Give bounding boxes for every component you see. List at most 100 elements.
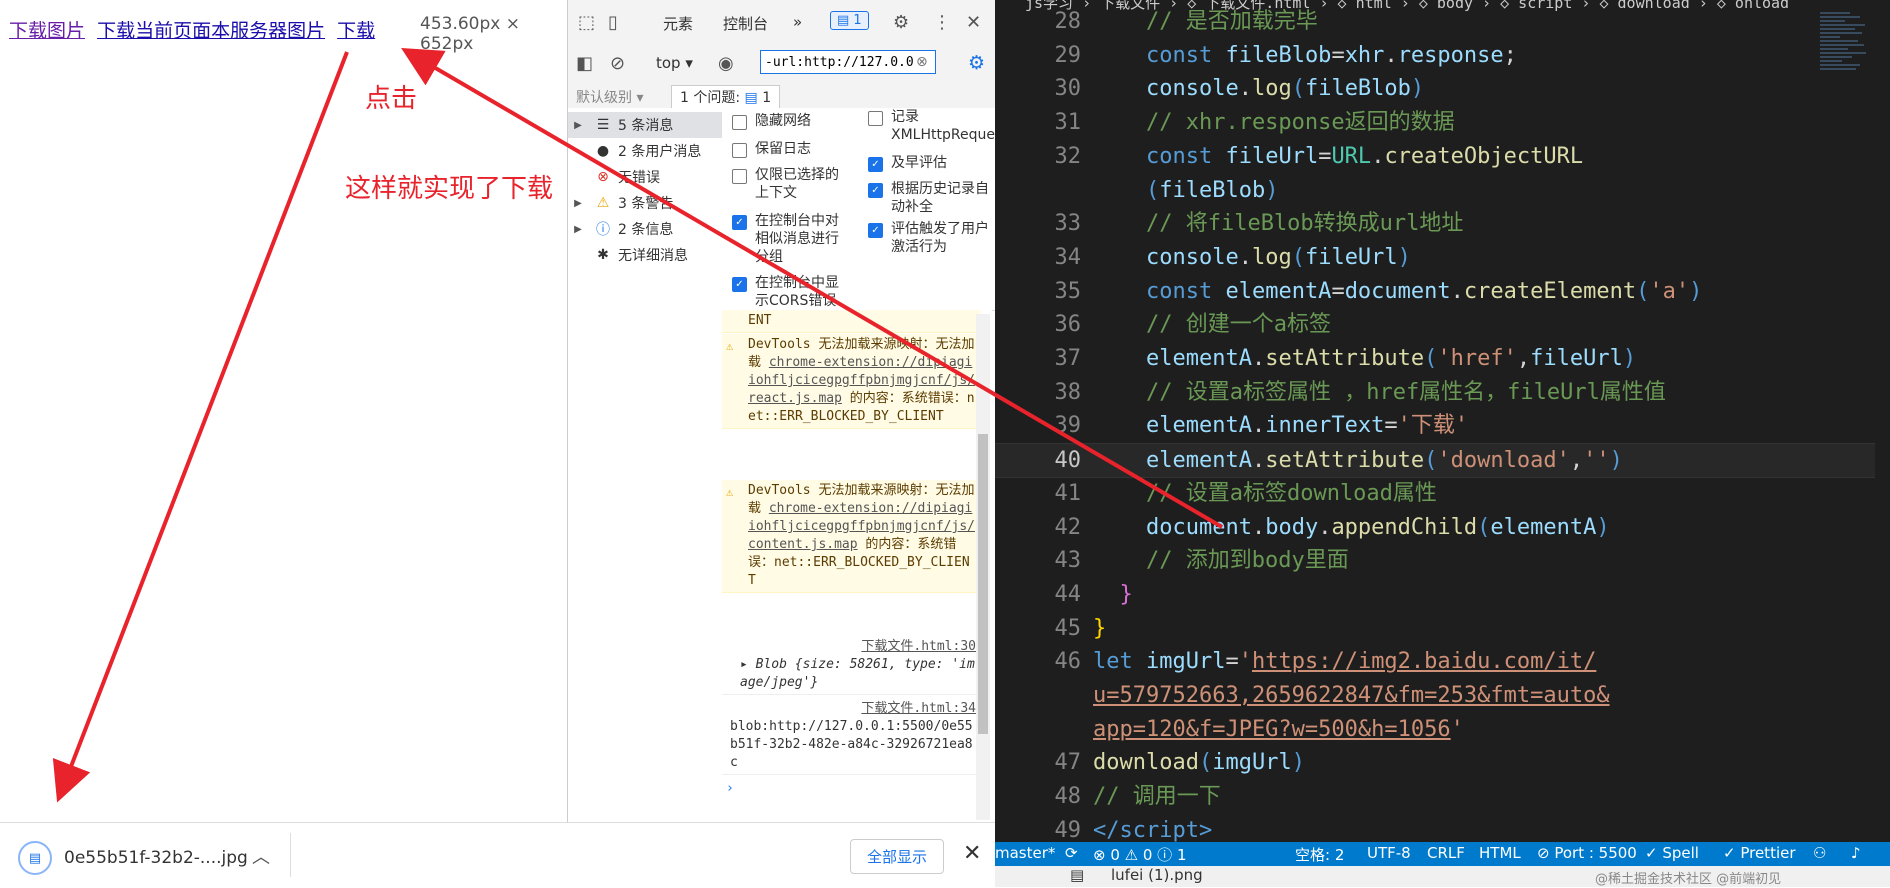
- code-line[interactable]: 33 // 将fileBlob转换成url地址: [995, 207, 1875, 240]
- settings-gear-icon[interactable]: ⚙: [893, 12, 909, 33]
- code-line[interactable]: 28 // 是否加载完毕: [995, 5, 1875, 38]
- issues-badge[interactable]: ▤ 1: [830, 11, 869, 30]
- sidebar-item-verbose[interactable]: ✱ 无详细消息: [568, 242, 722, 268]
- clear-filter-icon[interactable]: ⊗: [916, 54, 928, 70]
- show-all-button[interactable]: 全部显示: [850, 839, 945, 874]
- code-line[interactable]: u=579752663,2659622847&fm=253&fmt=auto&: [995, 679, 1875, 712]
- device-toolbar-icon[interactable]: ▯: [608, 12, 618, 33]
- clear-console-icon[interactable]: ⊘: [610, 53, 625, 74]
- code-text: elementA.setAttribute('download',''): [1145, 448, 1623, 474]
- language-mode[interactable]: HTML: [1479, 844, 1521, 862]
- code-editor[interactable]: js学习 › 下载文件 › ◇ 下载文件.html › ◇ html › ◇ b…: [995, 0, 1890, 843]
- devtools-panel: ⬚ ▯ 元素 控制台 » ▤ 1 ⚙ ⋮ ✕ ◧ ⊘ top ▾ ◉ ⊗ ⚙ 默…: [567, 0, 996, 822]
- code-line[interactable]: 29 const fileBlob=xhr.response;: [995, 39, 1875, 72]
- user-activation-checkbox[interactable]: ✓ 评估触发了用户激活行为: [868, 220, 996, 256]
- sidebar-item-warnings[interactable]: ▶ ⚠ 3 条警告: [568, 190, 722, 216]
- console-prompt[interactable]: ›: [722, 778, 980, 800]
- code-line[interactable]: (fileBlob): [995, 174, 1875, 207]
- code-line[interactable]: 45}: [995, 612, 1875, 645]
- selected-context-checkbox[interactable]: 仅限已选择的上下文: [732, 166, 852, 202]
- source-link[interactable]: 下载文件.html:30: [726, 638, 976, 656]
- download-item[interactable]: ▤ 0e55b51f-32b2-....jpg: [18, 841, 248, 875]
- code-line[interactable]: 44 }: [995, 578, 1875, 611]
- close-icon[interactable]: ✕: [963, 841, 981, 866]
- sidebar-item-messages[interactable]: ▶ ☰ 5 条消息: [568, 112, 722, 138]
- account-icon[interactable]: ⚇: [1813, 844, 1826, 862]
- indentation-setting[interactable]: 空格: 2: [1295, 844, 1344, 865]
- close-icon[interactable]: ✕: [966, 12, 981, 33]
- tab-elements[interactable]: 元素: [663, 13, 693, 34]
- code-line[interactable]: 39 elementA.innerText='下载': [995, 409, 1875, 442]
- live-expression-eye-icon[interactable]: ◉: [718, 53, 734, 74]
- console-settings-gear-icon[interactable]: ⚙: [968, 52, 985, 74]
- sync-icon[interactable]: ⟳: [1065, 844, 1078, 862]
- hide-network-checkbox[interactable]: 隐藏网络: [732, 112, 852, 130]
- problems-indicator[interactable]: ⊗ 0 ⚠ 0 ⓘ 1: [1093, 844, 1187, 865]
- link-download-image[interactable]: 下载图片: [9, 20, 85, 42]
- cors-errors-checkbox[interactable]: ✓ 在控制台中显示CORS错误: [732, 274, 852, 308]
- inspect-icon[interactable]: ⬚: [578, 12, 595, 33]
- sidebar-item-label: 2 条用户消息: [618, 144, 702, 160]
- line-number: 33: [1054, 211, 1082, 237]
- source-link[interactable]: 下载文件.html:34: [726, 700, 976, 718]
- encoding-setting[interactable]: UTF-8: [1367, 844, 1411, 862]
- code-line[interactable]: app=120&f=JPEG?w=500&h=1056': [995, 713, 1875, 746]
- scrollbar-thumb[interactable]: [978, 434, 988, 734]
- autocomplete-history-checkbox[interactable]: ✓ 根据历史记录自动补全: [868, 180, 996, 216]
- code-line[interactable]: 47 download(imgUrl): [995, 746, 1875, 779]
- code-line[interactable]: 38 // 设置a标签属性 ，href属性名，fileUrl属性值: [995, 376, 1875, 409]
- taskbar-file[interactable]: lufei (1).png: [1111, 866, 1203, 884]
- code-line[interactable]: 43 // 添加到body里面: [995, 544, 1875, 577]
- issues-counter-label: 1 个问题:: [680, 90, 741, 106]
- expand-arrow-icon[interactable]: ▸: [740, 657, 756, 672]
- expand-arrow-icon: ▶: [574, 119, 582, 131]
- code-line[interactable]: 37 elementA.setAttribute('href',fileUrl): [995, 342, 1875, 375]
- code-line[interactable]: 34 console.log(fileUrl): [995, 241, 1875, 274]
- code-line[interactable]: 36 // 创建一个a标签: [995, 308, 1875, 341]
- context-select[interactable]: top ▾: [656, 54, 693, 72]
- code-text: }: [1093, 615, 1107, 641]
- tab-console[interactable]: 控制台: [723, 13, 769, 46]
- code-line[interactable]: 41 // 设置a标签download属性: [995, 477, 1875, 510]
- code-line[interactable]: 32 const fileUrl=URL.createObjectURL: [995, 140, 1875, 173]
- console-filter-input[interactable]: [760, 50, 936, 74]
- checkbox-label: 仅限已选择的上下文: [755, 167, 839, 201]
- code-line[interactable]: 42 document.body.appendChild(elementA): [995, 511, 1875, 544]
- sidebar-toggle-icon[interactable]: ◧: [576, 53, 593, 74]
- group-similar-checkbox[interactable]: ✓ 在控制台中对相似消息进行分组: [732, 212, 852, 266]
- chevron-up-icon[interactable]: ︿: [252, 843, 270, 869]
- sidebar-item-info[interactable]: ▶ ⓘ 2 条信息: [568, 216, 722, 242]
- issues-counter[interactable]: 1 个问题: ▤ 1: [671, 85, 781, 109]
- minimap[interactable]: [1820, 10, 1870, 130]
- preserve-log-checkbox[interactable]: 保留日志: [732, 140, 852, 158]
- more-tabs-button[interactable]: »: [793, 13, 802, 31]
- checkbox-label: 在控制台中显示CORS错误: [755, 275, 839, 308]
- watermark: @稀土掘金技术社区 @前端初见: [1595, 872, 1782, 887]
- kebab-menu-icon[interactable]: ⋮: [933, 12, 951, 33]
- code-text: elementA.setAttribute('href',fileUrl): [1145, 346, 1637, 371]
- sidebar-item-user-messages[interactable]: ● 2 条用户消息: [568, 138, 722, 164]
- default-levels-dropdown[interactable]: 默认级别 ▾: [576, 87, 643, 107]
- prettier-status[interactable]: ✓ Prettier: [1723, 844, 1796, 862]
- link-download[interactable]: 下载: [337, 20, 375, 42]
- eol-setting[interactable]: CRLF: [1427, 844, 1465, 862]
- code-line[interactable]: 46 let imgUrl='https://img2.baidu.com/it/: [995, 645, 1875, 678]
- console-scrollbar[interactable]: [976, 314, 990, 820]
- sidebar-item-errors[interactable]: ⊗ 无错误: [568, 164, 722, 190]
- code-line[interactable]: 48 // 调用一下: [995, 780, 1875, 813]
- live-server-port[interactable]: ⊘ Port : 5500: [1537, 844, 1637, 862]
- spell-check[interactable]: ✓ Spell: [1645, 844, 1699, 862]
- blob-url[interactable]: blob:http://127.0.0.1:5500/0e55b51f-32b2…: [730, 718, 976, 772]
- git-branch[interactable]: master*: [995, 844, 1055, 862]
- code-line[interactable]: 30 console.log(fileBlob): [995, 72, 1875, 105]
- code-line[interactable]: 40 elementA.setAttribute('download',''): [995, 443, 1875, 479]
- code-line[interactable]: 31 // xhr.response返回的数据: [995, 106, 1875, 139]
- eager-eval-checkbox[interactable]: ✓ 及早评估: [868, 154, 996, 172]
- log-xhr-checkbox[interactable]: 记录 XMLHttpRequest: [868, 108, 996, 146]
- code-line[interactable]: 35 const elementA=document.createElement…: [995, 275, 1875, 308]
- console-filter-bar: ◧ ⊘ top ▾ ◉ ⊗ ⚙: [568, 44, 996, 85]
- bell-icon[interactable]: ♪: [1851, 844, 1861, 862]
- link-download-server-image[interactable]: 下载当前页面本服务器图片: [97, 20, 325, 42]
- checkbox-label: 保留日志: [755, 141, 811, 157]
- blob-object[interactable]: Blob {size: 58261, type: 'image/jpeg'}: [740, 657, 975, 690]
